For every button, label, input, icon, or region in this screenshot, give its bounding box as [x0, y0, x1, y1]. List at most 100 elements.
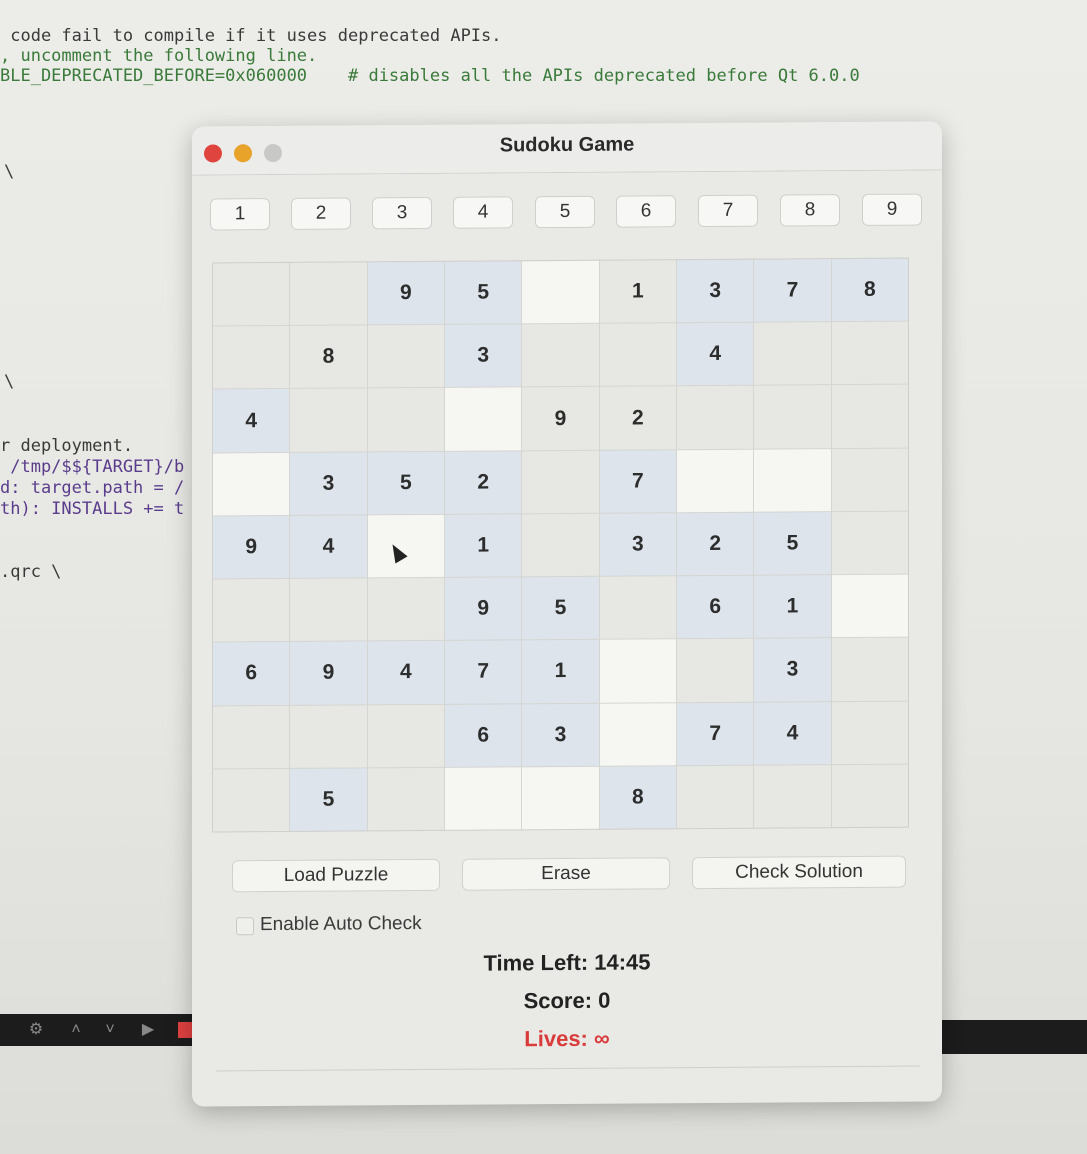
chevron-up-icon[interactable]: ˄ — [66, 1020, 86, 1040]
sudoku-cell[interactable]: 8 — [290, 325, 367, 389]
sudoku-cell[interactable] — [754, 385, 831, 449]
sudoku-cell[interactable]: 6 — [445, 703, 522, 767]
sudoku-cell[interactable]: 1 — [599, 260, 676, 323]
sudoku-cell[interactable]: 9 — [213, 515, 290, 579]
sudoku-cell[interactable] — [367, 704, 444, 768]
chevron-down-icon[interactable]: ˅ — [100, 1020, 120, 1040]
sudoku-cell[interactable]: 2 — [599, 386, 676, 450]
sudoku-cell[interactable]: 4 — [754, 701, 831, 765]
number-button-2[interactable]: 2 — [291, 197, 351, 230]
sudoku-cell[interactable] — [367, 325, 444, 388]
auto-check-checkbox[interactable] — [236, 917, 254, 936]
sudoku-cell[interactable] — [522, 513, 599, 577]
sudoku-cell[interactable] — [522, 323, 599, 387]
sudoku-cell[interactable] — [522, 450, 599, 514]
sudoku-cell[interactable]: 6 — [677, 575, 754, 639]
number-button-7[interactable]: 7 — [698, 194, 758, 228]
sudoku-cell[interactable] — [831, 637, 908, 701]
sudoku-cell[interactable]: 4 — [290, 515, 367, 579]
sudoku-cell[interactable]: 5 — [522, 576, 599, 640]
sudoku-cell[interactable]: 9 — [290, 641, 367, 705]
sudoku-cell[interactable]: 1 — [754, 575, 831, 639]
sudoku-cell[interactable]: 3 — [522, 703, 599, 767]
sudoku-cell[interactable]: 1 — [522, 640, 599, 703]
sudoku-cell[interactable] — [367, 388, 444, 452]
number-button-3[interactable]: 3 — [372, 196, 432, 230]
sudoku-cell[interactable] — [677, 449, 754, 513]
sudoku-cell[interactable]: 7 — [677, 702, 754, 765]
sudoku-cell[interactable]: 9 — [522, 387, 599, 450]
number-button-4[interactable]: 4 — [453, 196, 513, 229]
sudoku-cell[interactable] — [213, 452, 290, 516]
sudoku-cell[interactable] — [754, 322, 831, 386]
sudoku-cell[interactable] — [831, 574, 908, 638]
sudoku-cell[interactable] — [599, 323, 676, 387]
sudoku-cell[interactable] — [367, 514, 444, 578]
build-icon[interactable]: ⚙ — [26, 1020, 46, 1040]
sudoku-cell[interactable]: 3 — [445, 324, 522, 388]
sudoku-cell[interactable]: 2 — [445, 450, 522, 514]
sudoku-cell[interactable]: 3 — [677, 259, 754, 323]
sudoku-cell[interactable]: 8 — [599, 766, 676, 829]
sudoku-cell[interactable] — [831, 385, 908, 448]
sudoku-cell[interactable] — [831, 701, 908, 764]
sudoku-cell[interactable]: 7 — [599, 449, 676, 513]
sudoku-cell[interactable]: 4 — [677, 322, 754, 386]
sudoku-cell[interactable]: 5 — [290, 768, 367, 831]
number-button-5[interactable]: 5 — [535, 195, 595, 229]
sudoku-cell[interactable] — [754, 448, 831, 512]
sudoku-cell[interactable] — [445, 767, 522, 830]
check-solution-button[interactable]: Check Solution — [692, 855, 906, 890]
sudoku-cell[interactable]: 1 — [445, 514, 522, 577]
sudoku-cell[interactable] — [290, 578, 367, 642]
sudoku-cell[interactable] — [831, 448, 908, 512]
erase-button[interactable]: Erase — [462, 857, 670, 891]
sudoku-cell[interactable]: 5 — [367, 451, 444, 515]
code-line-1: code fail to compile if it uses deprecat… — [0, 26, 502, 46]
sudoku-cell[interactable] — [367, 577, 444, 641]
sudoku-cell[interactable] — [290, 262, 367, 326]
sudoku-cell[interactable] — [367, 767, 444, 831]
sudoku-cell[interactable] — [522, 260, 599, 324]
sudoku-cell[interactable] — [831, 321, 908, 385]
sudoku-cell[interactable]: 4 — [213, 389, 290, 453]
sudoku-cell[interactable]: 8 — [831, 258, 908, 322]
sudoku-cell[interactable]: 3 — [599, 513, 676, 576]
sudoku-cell[interactable] — [290, 704, 367, 768]
sudoku-cell[interactable]: 2 — [677, 512, 754, 576]
number-button-8[interactable]: 8 — [780, 194, 840, 227]
sudoku-cell[interactable] — [213, 768, 290, 832]
sudoku-cell[interactable]: 7 — [754, 259, 831, 322]
sudoku-cell[interactable] — [677, 639, 754, 702]
sudoku-cell[interactable] — [754, 764, 831, 828]
sudoku-cell[interactable] — [599, 639, 676, 703]
sudoku-cell[interactable]: 9 — [367, 261, 444, 325]
sudoku-cell[interactable]: 3 — [290, 452, 367, 515]
sudoku-cell[interactable]: 5 — [445, 261, 522, 325]
sudoku-cell[interactable] — [831, 511, 908, 575]
sudoku-cell[interactable] — [599, 702, 676, 766]
number-button-6[interactable]: 6 — [616, 195, 676, 228]
sudoku-cell[interactable] — [213, 262, 290, 326]
sudoku-cell[interactable] — [213, 579, 290, 642]
sudoku-cell[interactable] — [213, 326, 290, 389]
sudoku-cell[interactable] — [831, 764, 908, 828]
sudoku-cell[interactable] — [677, 765, 754, 829]
run-icon[interactable]: ▶ — [138, 1020, 158, 1040]
sudoku-cell[interactable]: 4 — [367, 641, 444, 704]
number-button-1[interactable]: 1 — [210, 198, 270, 231]
number-button-9[interactable]: 9 — [862, 193, 922, 226]
sudoku-cell[interactable] — [213, 705, 290, 769]
sudoku-cell[interactable]: 9 — [445, 577, 522, 641]
sudoku-cell[interactable]: 3 — [754, 638, 831, 702]
load-puzzle-button[interactable]: Load Puzzle — [232, 858, 440, 893]
sudoku-cell[interactable]: 5 — [754, 512, 831, 575]
sudoku-cell[interactable] — [599, 576, 676, 640]
sudoku-cell[interactable] — [290, 388, 367, 452]
sudoku-cell[interactable]: 6 — [213, 642, 290, 706]
sudoku-cell[interactable] — [677, 386, 754, 449]
sudoku-cell[interactable]: 7 — [445, 640, 522, 704]
sudoku-cell[interactable] — [445, 387, 522, 451]
title-bar[interactable]: Sudoku Game — [192, 121, 942, 176]
sudoku-cell[interactable] — [522, 766, 599, 830]
